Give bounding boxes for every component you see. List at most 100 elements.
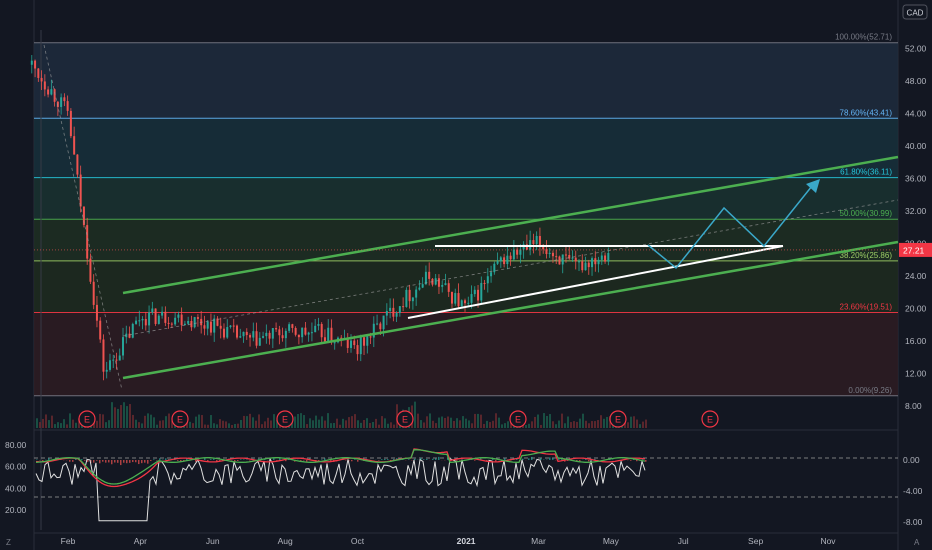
candle-body <box>356 345 359 355</box>
earnings-marker-label: E <box>615 415 621 425</box>
macd-histogram-bar <box>561 459 563 460</box>
candle-body <box>161 311 164 316</box>
volume-bar <box>234 423 236 428</box>
volume-bar <box>558 420 560 428</box>
volume-bar <box>336 418 338 428</box>
earnings-marker-label: E <box>402 415 408 425</box>
volume-bar <box>222 420 224 428</box>
candle-body <box>37 68 40 78</box>
candle-body <box>148 312 151 326</box>
macd-histogram-bar <box>210 459 212 460</box>
volume-bar <box>96 420 98 428</box>
time-axis-label: Feb <box>61 536 76 546</box>
candle-body <box>76 154 79 175</box>
volume-bar <box>198 414 200 428</box>
volume-bar <box>54 424 56 428</box>
candle-body <box>252 331 255 338</box>
candle-body <box>473 289 476 295</box>
chart-root[interactable]: 100.00%(52.71) 78.60%(43.41) 61.80%(36.11)… <box>0 0 932 550</box>
candle-body <box>268 332 271 339</box>
macd-histogram-bar <box>84 460 86 461</box>
volume-bar <box>585 420 587 428</box>
candle-body <box>421 284 424 288</box>
volume-bar <box>423 422 425 428</box>
macd-histogram-bar <box>126 460 128 464</box>
time-axis-label: Nov <box>820 536 836 546</box>
candle-body <box>239 336 242 338</box>
candle-body <box>493 263 496 273</box>
fib-zone <box>34 312 898 396</box>
candle-body <box>564 254 567 256</box>
candle-body <box>581 261 584 271</box>
macd-histogram-bar <box>177 460 179 461</box>
candle-body <box>122 337 125 356</box>
candle-body <box>304 327 307 335</box>
volume-bar <box>219 419 221 428</box>
candle-body <box>486 276 489 284</box>
macd-histogram-bar <box>357 460 359 462</box>
candle-body <box>115 359 118 361</box>
candle-body <box>346 339 349 348</box>
time-axis-label: Sep <box>748 536 763 546</box>
candle-body <box>34 60 37 69</box>
volume-bar <box>249 413 251 428</box>
candle-body <box>154 308 157 324</box>
volume-bar <box>462 416 464 428</box>
candle-body <box>213 318 216 333</box>
volume-bar <box>327 413 329 428</box>
volume-bar <box>75 422 77 428</box>
volume-bar <box>552 421 554 428</box>
osc-left-tick: 60.00 <box>5 462 27 472</box>
time-axis-label: Jul <box>678 536 689 546</box>
volume-bar <box>486 420 488 428</box>
volume-bar <box>153 417 155 428</box>
candle-body <box>288 324 291 331</box>
volume-bar <box>372 421 374 428</box>
candle-body <box>594 258 597 265</box>
macd-histogram-bar <box>630 460 632 461</box>
volume-bar <box>267 417 269 428</box>
volume-bar <box>429 413 431 428</box>
volume-bar <box>366 418 368 428</box>
volume-bar <box>432 420 434 428</box>
volume-bar <box>330 423 332 428</box>
candle-body <box>558 256 561 265</box>
volume-bar <box>525 424 527 428</box>
volume-bar <box>255 420 257 428</box>
volume-bar <box>138 422 140 428</box>
volume-bar <box>204 424 206 428</box>
candle-body <box>551 252 554 257</box>
volume-bar <box>438 417 440 428</box>
candle-body <box>47 89 50 95</box>
macd-histogram-bar <box>285 460 287 462</box>
price-tick-label: 40.00 <box>905 141 927 151</box>
volume-bar <box>117 408 119 428</box>
volume-bar <box>351 416 353 428</box>
price-tick-label: 36.00 <box>905 174 927 184</box>
volume-bar <box>606 416 608 428</box>
candle-body <box>607 252 610 262</box>
volume-bar <box>474 413 476 428</box>
fib-zone <box>34 118 898 178</box>
volume-bar <box>426 416 428 428</box>
macd-histogram-bar <box>474 460 476 461</box>
candle-body <box>102 339 105 372</box>
candle-body <box>170 323 173 325</box>
macd-histogram-bar <box>138 460 140 465</box>
volume-bar <box>303 415 305 428</box>
macd-histogram-bar <box>135 460 137 463</box>
volume-bar <box>483 423 485 428</box>
volume-bar <box>642 421 644 428</box>
candle-body <box>281 335 284 339</box>
osc-left-tick: 40.00 <box>5 483 27 493</box>
volume-bar <box>477 413 479 428</box>
volume-bar <box>72 419 74 428</box>
candle-body <box>229 325 232 328</box>
candle-body <box>79 174 82 207</box>
macd-histogram-bar <box>144 460 146 463</box>
candle-body <box>66 101 69 111</box>
candle-body <box>265 332 268 337</box>
volume-bar <box>498 417 500 428</box>
macd-histogram-bar <box>99 460 101 464</box>
candle-body <box>275 328 278 330</box>
